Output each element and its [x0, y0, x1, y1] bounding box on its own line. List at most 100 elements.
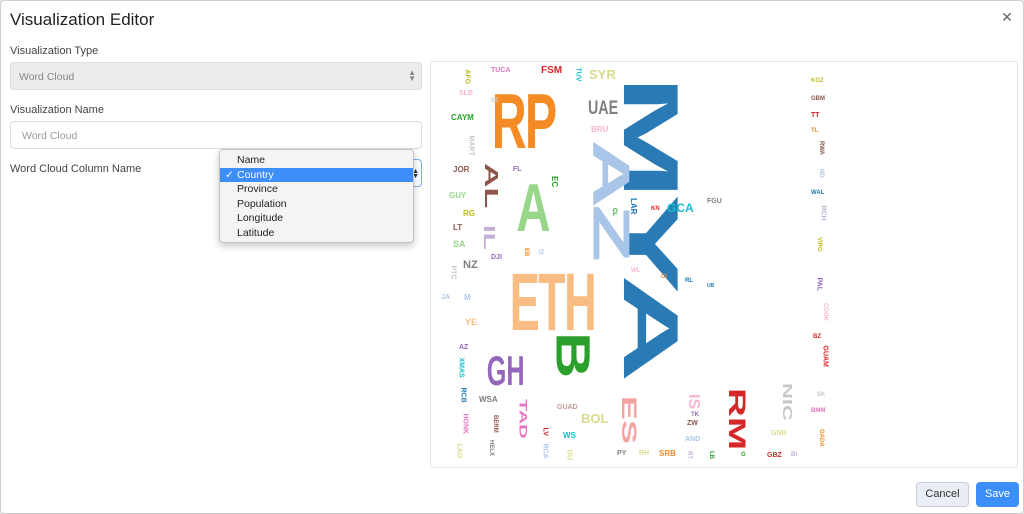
- visualization-type-label: Visualization Type: [10, 45, 99, 57]
- cloud-word: GUY: [449, 191, 467, 200]
- cloud-word: JA: [441, 294, 450, 301]
- dropdown-option-country[interactable]: ✓ Country: [220, 167, 413, 182]
- cloud-word: CAYM: [451, 113, 474, 122]
- cloud-word: LAR: [629, 198, 638, 215]
- dropdown-option-name[interactable]: Name: [220, 153, 413, 168]
- cloud-word: SK: [817, 392, 826, 398]
- dropdown-option-province[interactable]: Province: [220, 182, 413, 197]
- cloud-word: IL: [480, 225, 498, 250]
- visualization-editor-dialog: Visualization Editor ✕ Visualization Typ…: [0, 0, 1024, 514]
- cloud-word: LB: [708, 451, 714, 459]
- cloud-word: RG: [463, 209, 475, 218]
- cloud-word: GH: [486, 347, 525, 394]
- cloud-word: BERM: [492, 415, 498, 433]
- cloud-word: YE: [465, 317, 478, 327]
- cloud-word: GBM: [811, 96, 825, 102]
- cloud-word: NIC: [779, 383, 795, 421]
- cloud-word: RWA: [818, 141, 824, 155]
- cloud-word: TL: [811, 128, 819, 134]
- cloud-word: HELX: [488, 440, 494, 457]
- cloud-word: FGU: [707, 198, 722, 205]
- cloud-word: GU: [565, 449, 573, 461]
- cloud-word: TK: [691, 412, 699, 418]
- cloud-word: BOL: [581, 411, 609, 426]
- cloud-word: WSA: [479, 395, 498, 404]
- cloud-word: LAO: [455, 443, 463, 459]
- cloud-word: AFG: [463, 69, 471, 85]
- cloud-word: BI: [791, 452, 797, 458]
- cloud-word: HONK: [461, 413, 469, 435]
- dropdown-option-latitude[interactable]: Latitude: [220, 226, 413, 241]
- visualization-type-value: Word Cloud: [19, 71, 75, 83]
- cloud-word: SRB: [659, 449, 676, 458]
- cancel-button[interactable]: Cancel: [916, 482, 969, 507]
- word-cloud-preview: MYA AZ RP ETH A B GH AL IL UAE SYR FSM T…: [430, 61, 1018, 468]
- column-name-label: Word Cloud Column Name: [10, 163, 142, 175]
- cloud-word: GCA: [667, 201, 694, 215]
- cloud-word: RCA: [541, 443, 549, 459]
- cloud-word: RM: [723, 388, 751, 451]
- cloud-word: WAL: [811, 190, 825, 196]
- close-icon[interactable]: ✕: [999, 9, 1015, 25]
- cloud-word: CI: [661, 274, 667, 280]
- cloud-word: UB: [707, 283, 715, 289]
- cloud-word: GADA: [818, 429, 824, 447]
- visualization-name-label: Visualization Name: [10, 104, 104, 116]
- cloud-word: VIRG: [816, 237, 822, 252]
- cloud-word: RH: [639, 450, 650, 457]
- cloud-word: WS: [563, 431, 576, 440]
- cloud-word: EC: [550, 176, 559, 188]
- cloud-word: IS: [685, 394, 702, 410]
- cloud-word: AL: [480, 163, 502, 209]
- cloud-word: SA: [453, 239, 466, 249]
- cloud-word: RL: [685, 278, 693, 284]
- column-name-dropdown[interactable]: Name ✓ Country Province Population Longi…: [219, 149, 414, 243]
- cloud-word: IZ: [539, 250, 545, 256]
- dialog-title: Visualization Editor: [10, 10, 155, 29]
- cloud-word: BRU: [591, 125, 609, 134]
- cloud-word: GNB: [771, 430, 787, 437]
- cloud-word: EB: [523, 248, 529, 257]
- cloud-word: KN: [651, 206, 660, 212]
- cloud-word: UAE: [588, 98, 619, 119]
- cloud-word: ZW: [687, 420, 698, 427]
- cloud-word: CL: [611, 208, 617, 216]
- cloud-word: NZ: [463, 259, 478, 271]
- dropdown-option-population[interactable]: Population: [220, 197, 413, 212]
- cloud-word: BMM: [811, 408, 826, 414]
- cloud-word: SE: [491, 98, 500, 104]
- cloud-word: TAD: [516, 399, 530, 439]
- cloud-word: COOK: [822, 303, 828, 321]
- cloud-word: LT: [453, 223, 463, 232]
- cloud-word: RCH: [819, 205, 827, 221]
- cloud-word: GUAD: [557, 404, 578, 411]
- cloud-word: DJI: [491, 254, 502, 261]
- cloud-word: AZ: [459, 344, 469, 351]
- cloud-word: JOR: [453, 165, 470, 174]
- visualization-type-select[interactable]: Word Cloud ▲ ▼: [10, 62, 422, 90]
- cloud-word: WL: [631, 268, 641, 274]
- cloud-word: RCB: [459, 387, 467, 403]
- cloud-word: M: [464, 293, 471, 302]
- cloud-word: FSM: [541, 65, 563, 76]
- cloud-word: G: [741, 452, 746, 458]
- cloud-word: SLB: [459, 90, 473, 97]
- cloud-word: AND: [685, 436, 701, 443]
- dropdown-option-longitude[interactable]: Longitude: [220, 211, 413, 226]
- cloud-word: ND: [818, 169, 824, 178]
- cloud-word: TUV: [574, 67, 582, 82]
- cloud-word: A: [516, 170, 551, 246]
- cloud-word: MART: [467, 135, 475, 156]
- save-button[interactable]: Save: [976, 482, 1019, 507]
- cloud-word: BZ: [813, 334, 821, 340]
- cloud-word: XMAS: [457, 357, 465, 378]
- cloud-word: RP: [491, 77, 557, 165]
- cloud-word: PAL: [815, 277, 823, 291]
- cloud-word: KGZ: [811, 78, 824, 84]
- cloud-word: PY: [617, 450, 627, 457]
- cloud-word: LV: [541, 427, 549, 436]
- check-icon: ✓: [225, 168, 234, 181]
- cloud-word: ES: [617, 396, 642, 445]
- cloud-word: PTC: [449, 265, 457, 280]
- visualization-name-input[interactable]: Word Cloud: [10, 121, 422, 149]
